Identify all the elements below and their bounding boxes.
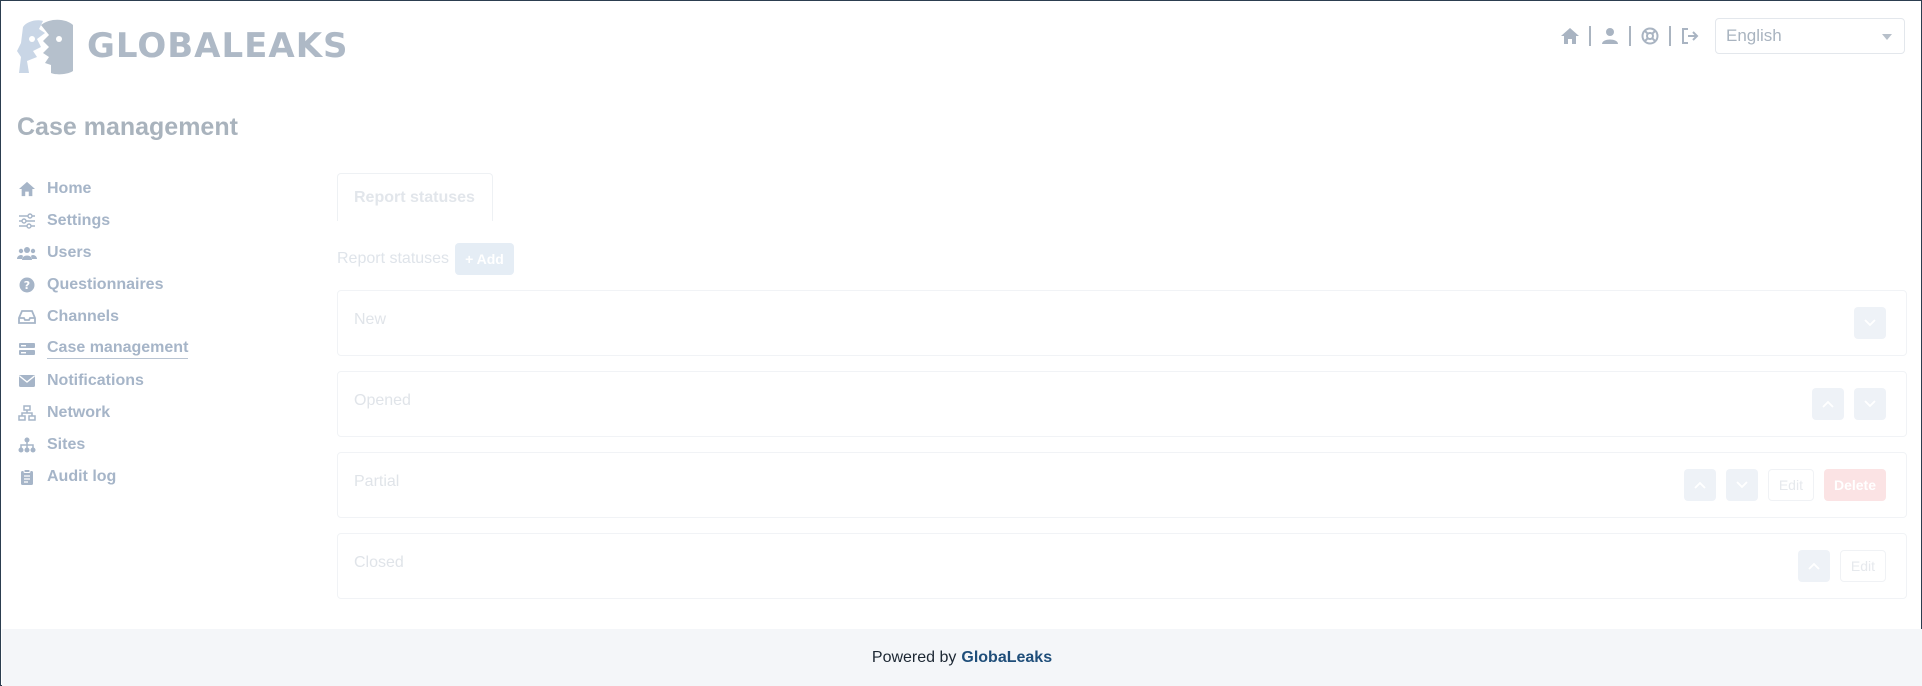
edit-button[interactable]: Edit [1839,550,1886,582]
sidebar-item-channels[interactable]: Channels [17,301,287,333]
move-down-button[interactable] [1725,469,1758,501]
clipboard-icon [17,467,37,487]
language-select[interactable]: English [1715,18,1905,54]
user-icon[interactable] [1599,25,1621,47]
section-title: Report statuses [337,250,450,267]
sidebar-item-questionnaires[interactable]: ? Questionnaires [17,269,287,301]
language-select-value: English [1726,26,1782,45]
sidebar-item-audit-log[interactable]: Audit log [17,461,287,493]
row-actions: Edit Delete [1683,469,1886,501]
chevron-up-icon [1822,400,1834,408]
footer-prefix: Powered by [871,648,957,666]
sidebar-item-label: Settings [47,212,111,229]
nav-separator [1629,26,1631,46]
nav-separator [1669,26,1671,46]
move-up-button[interactable] [1797,550,1830,582]
chevron-down-icon [1864,319,1876,327]
row-actions [1812,388,1886,420]
sidebar-item-label: Notifications [47,372,144,389]
add-status-button[interactable]: + Add [455,243,514,275]
status-row-new: New [337,290,1907,356]
nav-separator [1589,26,1591,46]
sidebar-item-label: Sites [47,436,86,453]
sliders-icon [17,211,37,231]
sidebar-item-label: Channels [47,308,120,325]
sidebar-item-settings[interactable]: Settings [17,205,287,237]
status-name: New [354,311,387,328]
svg-text:?: ? [24,279,30,292]
sidebar-item-home[interactable]: Home [17,173,287,205]
status-row-opened: Opened [337,371,1907,437]
page-title: Case management [17,113,238,141]
footer: Powered by GlobaLeaks [2,629,1922,686]
sidebar-item-case-management[interactable]: Case management [17,333,287,365]
sitemap-icon [17,435,37,455]
sidebar-item-users[interactable]: Users [17,237,287,269]
delete-button[interactable]: Delete [1823,469,1886,501]
status-row-partial: Partial Edit Delete [337,452,1907,518]
chevron-up-icon [1694,481,1706,489]
tab-report-statuses[interactable]: Report statuses [337,173,493,221]
edit-button[interactable]: Edit [1767,469,1814,501]
sidebar: Home Settings Users ? Questionnaires Cha… [17,173,287,493]
logout-icon[interactable] [1679,25,1701,47]
status-name: Partial [354,473,400,490]
inbox-icon [17,307,37,327]
server-icon [17,339,37,359]
sidebar-item-label: Network [47,404,111,421]
move-up-button[interactable] [1683,469,1716,501]
question-circle-icon: ? [17,275,37,295]
sidebar-item-notifications[interactable]: Notifications [17,365,287,397]
logo-text: GLOBALEAKS [87,26,349,66]
sidebar-item-label: Audit log [47,468,117,485]
row-actions: Edit [1797,550,1886,582]
envelope-icon [17,371,37,391]
status-name: Opened [354,392,411,409]
sidebar-item-sites[interactable]: Sites [17,429,287,461]
sidebar-item-label: Case management [47,339,189,359]
status-row-closed: Closed Edit [337,533,1907,599]
sidebar-item-network[interactable]: Network [17,397,287,429]
section-header: Report statuses + Add [337,243,514,275]
chevron-down-icon [1864,400,1876,408]
move-down-button[interactable] [1854,388,1886,420]
logo[interactable]: GLOBALEAKS [17,17,349,75]
sidebar-item-label: Users [47,244,92,261]
footer-link[interactable]: GlobaLeaks [961,649,1052,667]
support-icon[interactable] [1639,25,1661,47]
move-up-button[interactable] [1812,388,1844,420]
home-icon[interactable] [1559,25,1581,47]
sidebar-item-label: Questionnaires [47,276,164,293]
sidebar-item-label: Home [47,180,92,197]
app-window: GLOBALEAKS English Case management Home … [0,0,1922,686]
row-actions [1854,307,1886,339]
move-down-button[interactable] [1854,307,1886,339]
chevron-up-icon [1808,562,1820,570]
top-nav [1559,23,1701,49]
chevron-down-icon [1882,34,1892,40]
globaleaks-logo-icon [17,19,73,75]
home-icon [17,179,37,199]
users-icon [17,243,37,263]
chevron-down-icon [1736,481,1748,489]
status-name: Closed [354,554,404,571]
network-icon [17,403,37,423]
